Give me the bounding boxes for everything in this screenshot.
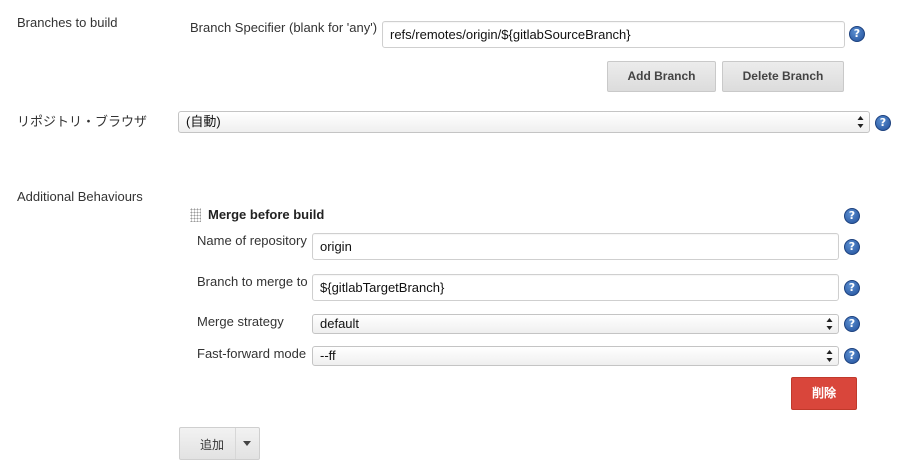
additional-behaviours-label: Additional Behaviours <box>17 189 143 204</box>
caret-down-icon[interactable] <box>243 441 251 446</box>
merge-before-build-title: Merge before build <box>208 207 325 222</box>
merge-strategy-select[interactable]: default <box>312 314 839 334</box>
delete-button[interactable]: 削除 <box>791 377 857 410</box>
repo-name-input[interactable] <box>312 233 839 260</box>
repository-browser-label: リポジトリ・ブラウザ <box>17 114 148 129</box>
help-icon[interactable]: ? <box>844 316 860 332</box>
add-behaviour-button[interactable]: 追加 <box>179 427 260 460</box>
button-divider <box>235 428 236 459</box>
help-icon[interactable]: ? <box>844 280 860 296</box>
up-down-arrows-icon <box>826 350 833 362</box>
merge-strategy-selected: default <box>320 316 360 331</box>
fast-forward-mode-label: Fast-forward mode <box>197 346 307 361</box>
up-down-arrows-icon <box>857 116 864 128</box>
delete-branch-button[interactable]: Delete Branch <box>722 61 844 92</box>
up-down-arrows-icon <box>826 318 833 330</box>
merge-strategy-label: Merge strategy <box>197 314 284 329</box>
fast-forward-mode-selected: --ff <box>320 348 336 363</box>
help-icon[interactable]: ? <box>844 348 860 364</box>
fast-forward-mode-select[interactable]: --ff <box>312 346 839 366</box>
help-icon[interactable]: ? <box>844 239 860 255</box>
branch-to-merge-input[interactable] <box>312 274 839 301</box>
branch-to-merge-label: Branch to merge to <box>197 274 308 289</box>
branches-section-label: Branches to build <box>17 15 118 30</box>
add-branch-button[interactable]: Add Branch <box>607 61 716 92</box>
repo-name-label: Name of repository <box>197 233 307 248</box>
help-icon[interactable]: ? <box>844 208 860 224</box>
repository-browser-selected: (自動) <box>186 114 221 129</box>
drag-handle-icon[interactable] <box>190 208 201 222</box>
branch-specifier-input[interactable] <box>382 21 845 48</box>
branch-specifier-label: Branch Specifier (blank for 'any') <box>190 20 378 35</box>
repository-browser-select[interactable]: (自動) <box>178 111 870 133</box>
add-behaviour-label: 追加 <box>200 438 225 452</box>
help-icon[interactable]: ? <box>849 26 865 42</box>
help-icon[interactable]: ? <box>875 115 891 131</box>
